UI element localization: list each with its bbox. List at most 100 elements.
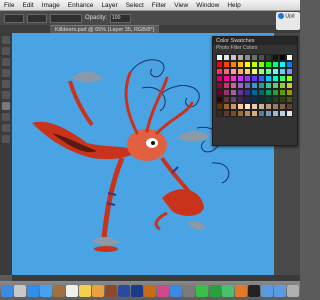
color-swatch[interactable] [223, 96, 230, 103]
color-swatch[interactable] [216, 82, 223, 89]
color-swatch[interactable] [244, 89, 251, 96]
menu-select[interactable]: Select [122, 2, 148, 9]
mode-select[interactable] [50, 13, 82, 23]
safari-icon[interactable] [27, 284, 39, 297]
color-swatch[interactable] [265, 110, 272, 117]
color-swatch[interactable] [237, 54, 244, 61]
color-swatch[interactable] [286, 82, 293, 89]
color-swatch[interactable] [258, 68, 265, 75]
color-swatch[interactable] [237, 89, 244, 96]
color-swatch[interactable] [279, 82, 286, 89]
color-swatch[interactable] [237, 110, 244, 117]
color-swatch[interactable] [244, 96, 251, 103]
color-swatch[interactable] [251, 82, 258, 89]
color-swatch[interactable] [237, 82, 244, 89]
color-swatch[interactable] [272, 61, 279, 68]
menu-layer[interactable]: Layer [97, 2, 121, 9]
color-swatch[interactable] [265, 89, 272, 96]
eraser-tool-icon[interactable] [2, 113, 10, 121]
color-swatch[interactable] [230, 68, 237, 75]
photoshop-icon[interactable] [131, 284, 143, 297]
color-swatch[interactable] [216, 54, 223, 61]
color-swatch[interactable] [251, 89, 258, 96]
color-swatch[interactable] [272, 82, 279, 89]
color-swatch[interactable] [230, 75, 237, 82]
color-swatch[interactable] [279, 110, 286, 117]
color-swatch[interactable] [223, 54, 230, 61]
mail-icon[interactable] [40, 284, 52, 297]
color-swatch[interactable] [272, 103, 279, 110]
photos-icon[interactable] [92, 284, 104, 297]
messages-icon[interactable] [196, 284, 208, 297]
color-swatch[interactable] [272, 89, 279, 96]
color-swatch[interactable] [223, 110, 230, 117]
color-swatch[interactable] [251, 68, 258, 75]
color-swatch[interactable] [265, 54, 272, 61]
opacity-field[interactable]: 100 [110, 13, 132, 23]
color-swatch[interactable] [244, 61, 251, 68]
color-swatch[interactable] [216, 75, 223, 82]
color-swatch[interactable] [286, 103, 293, 110]
color-swatch[interactable] [230, 89, 237, 96]
color-swatch[interactable] [258, 82, 265, 89]
color-swatch[interactable] [279, 96, 286, 103]
color-swatch[interactable] [279, 61, 286, 68]
appstore-icon[interactable] [170, 284, 182, 297]
color-swatch[interactable] [272, 68, 279, 75]
color-swatch[interactable] [286, 110, 293, 117]
color-swatch[interactable] [251, 54, 258, 61]
color-swatch[interactable] [258, 54, 265, 61]
brush-tool-icon[interactable] [2, 102, 10, 110]
bridge-icon[interactable] [105, 284, 117, 297]
color-swatch[interactable] [286, 89, 293, 96]
paint-bucket-tool-icon[interactable] [2, 124, 10, 132]
books-icon[interactable] [235, 284, 247, 297]
swatch-set-select[interactable]: Photo Filter Colors [213, 45, 297, 52]
terminal-icon[interactable] [248, 284, 260, 297]
color-swatch[interactable] [265, 82, 272, 89]
color-swatch[interactable] [237, 75, 244, 82]
color-swatch[interactable] [258, 89, 265, 96]
color-swatch[interactable] [230, 110, 237, 117]
update-notification[interactable]: Upd [276, 12, 300, 30]
eyedropper-tool-icon[interactable] [2, 69, 10, 77]
color-swatch[interactable] [272, 75, 279, 82]
menu-filter[interactable]: Filter [148, 2, 170, 9]
color-swatch[interactable] [258, 96, 265, 103]
color-swatch[interactable] [237, 61, 244, 68]
color-swatch[interactable] [244, 103, 251, 110]
menu-image[interactable]: Image [38, 2, 64, 9]
downloads-icon[interactable] [274, 284, 286, 297]
color-swatch[interactable] [237, 68, 244, 75]
color-swatch[interactable] [279, 68, 286, 75]
color-swatch[interactable] [216, 103, 223, 110]
move-tool-icon[interactable] [2, 36, 10, 44]
menu-view[interactable]: View [170, 2, 192, 9]
color-swatch[interactable] [279, 54, 286, 61]
color-swatch[interactable] [230, 82, 237, 89]
launchpad-icon[interactable] [14, 284, 26, 297]
color-swatch[interactable] [251, 96, 258, 103]
color-swatch[interactable] [244, 54, 251, 61]
menu-file[interactable]: File [0, 2, 18, 9]
color-swatch[interactable] [251, 110, 258, 117]
color-swatch[interactable] [223, 61, 230, 68]
brush-preset-picker[interactable] [4, 13, 24, 23]
color-swatch[interactable] [223, 68, 230, 75]
color-swatch[interactable] [216, 68, 223, 75]
color-swatch[interactable] [286, 61, 293, 68]
folder-icon[interactable] [261, 284, 273, 297]
color-swatch[interactable] [286, 96, 293, 103]
color-swatch[interactable] [279, 89, 286, 96]
contacts-icon[interactable] [53, 284, 65, 297]
color-swatch[interactable] [258, 75, 265, 82]
brush-size-field[interactable] [27, 13, 47, 23]
itunes-icon[interactable] [157, 284, 169, 297]
color-swatch[interactable] [286, 54, 293, 61]
color-swatch[interactable] [286, 75, 293, 82]
preferences-icon[interactable] [183, 284, 195, 297]
color-swatch[interactable] [216, 110, 223, 117]
color-swatch[interactable] [251, 103, 258, 110]
color-swatch[interactable] [244, 82, 251, 89]
color-swatch[interactable] [265, 68, 272, 75]
